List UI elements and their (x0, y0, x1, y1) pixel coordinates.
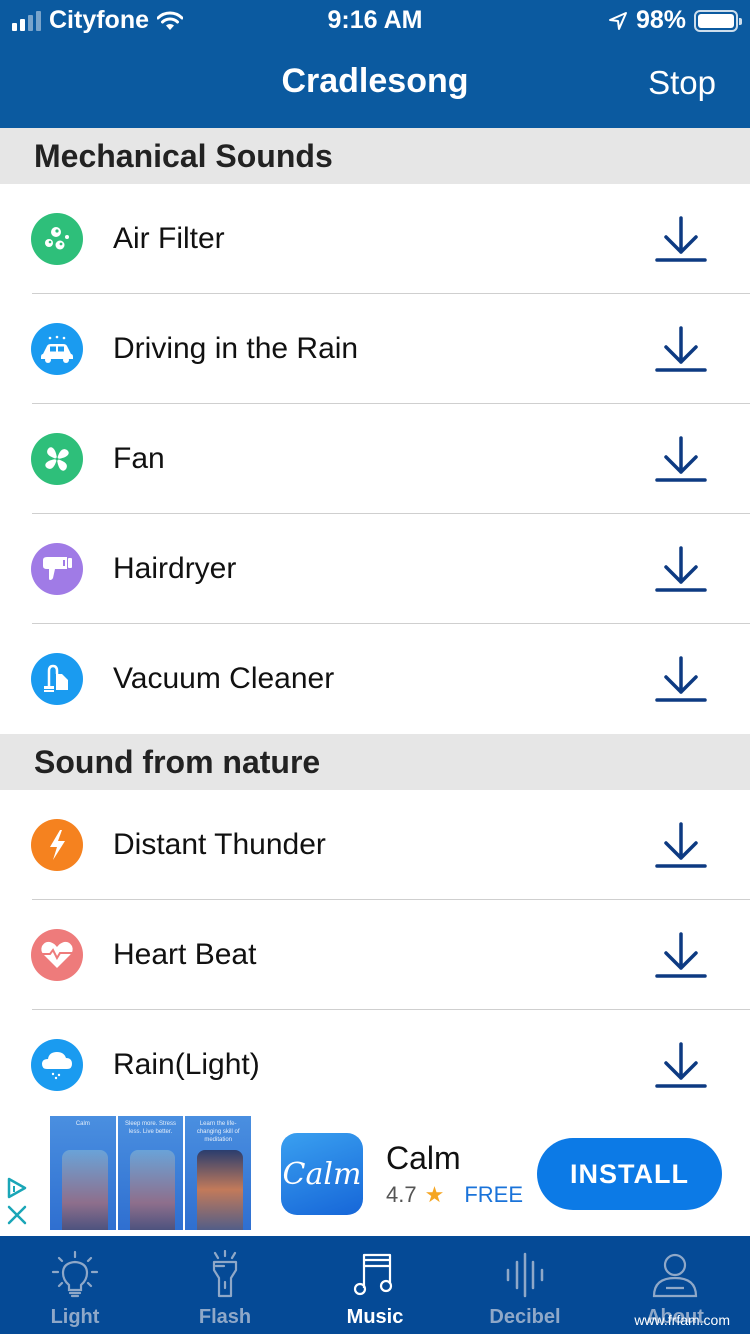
install-button[interactable]: INSTALL (537, 1138, 722, 1210)
tab-light[interactable]: Light (0, 1236, 150, 1334)
tab-label: Flash (198, 1306, 252, 1328)
battery-icon (694, 9, 742, 32)
download-icon[interactable] (654, 818, 708, 872)
sound-label: Vacuum Cleaner (113, 662, 335, 695)
ad-app-name: Calm (386, 1140, 461, 1176)
location-arrow-icon (608, 11, 627, 30)
list-item-distant-thunder[interactable]: Distant Thunder (0, 790, 750, 900)
sound-label: Fan (113, 442, 165, 475)
tab-music[interactable]: Music (300, 1236, 450, 1334)
sound-label: Distant Thunder (113, 828, 326, 861)
bubbles-icon (31, 213, 83, 265)
ad-app-meta: 4.7 ★ FREE (386, 1182, 523, 1208)
vacuum-icon (31, 653, 83, 705)
sound-label: Hairdryer (113, 552, 237, 585)
tab-label: Light (50, 1306, 100, 1328)
list-item-vacuum-cleaner[interactable]: Vacuum Cleaner (0, 624, 750, 734)
status-bar: Cityfone 9:16 AM 98% (0, 0, 750, 42)
ad-screenshot: Calm (50, 1116, 116, 1230)
tab-flash[interactable]: Flash (150, 1236, 300, 1334)
section-header-nature: Sound from nature (0, 734, 750, 790)
tab-decibel[interactable]: Decibel (450, 1236, 600, 1334)
tab-bar: Light Flash Music Decibel About www.frfa… (0, 1236, 750, 1334)
stop-button[interactable]: Stop (648, 64, 716, 102)
battery-percent: 98% (635, 6, 686, 34)
download-icon[interactable] (654, 652, 708, 706)
heartbeat-icon (31, 929, 83, 981)
flashlight-icon (212, 1250, 238, 1298)
sound-list: Mechanical Sounds Air Filter Driving in … (0, 128, 750, 1120)
ad-screenshot: Learn the life-changing skill of meditat… (185, 1116, 252, 1230)
hairdryer-icon (31, 543, 83, 595)
ad-rating: 4.7 (386, 1182, 417, 1207)
list-item-hairdryer[interactable]: Hairdryer (0, 514, 750, 624)
rain-cloud-icon (31, 1039, 83, 1091)
ad-choices-icon[interactable] (6, 1176, 28, 1226)
top-bar: Cityfone 9:16 AM 98% Cradlesong Stop (0, 0, 750, 128)
car-rain-icon (31, 323, 83, 375)
list-item-air-filter[interactable]: Air Filter (0, 184, 750, 294)
tab-label: Decibel (489, 1306, 561, 1328)
screenshot-caption: Learn the life-changing skill of meditat… (196, 1121, 240, 1143)
tab-label: Music (346, 1306, 404, 1328)
page-title: Cradlesong (281, 62, 469, 100)
person-icon (652, 1253, 698, 1298)
sound-wave-icon (506, 1252, 544, 1298)
ad-screenshots[interactable]: Calm Sleep more. Stress less. Live bette… (50, 1116, 252, 1230)
list-item-driving-in-the-rain[interactable]: Driving in the Rain (0, 294, 750, 404)
music-note-icon (353, 1253, 393, 1296)
download-icon[interactable] (654, 542, 708, 596)
section-header-mechanical: Mechanical Sounds (0, 128, 750, 184)
list-item-rain-light[interactable]: Rain(Light) (0, 1010, 750, 1120)
star-icon: ★ (424, 1182, 445, 1207)
lightbulb-icon (51, 1250, 99, 1298)
sound-label: Air Filter (113, 222, 225, 255)
ad-price: FREE (464, 1182, 524, 1207)
sound-label: Driving in the Rain (113, 332, 359, 365)
screenshot-caption: Sleep more. Stress less. Live better. (124, 1121, 177, 1135)
ad-banner[interactable]: Calm Sleep more. Stress less. Live bette… (0, 1110, 750, 1236)
download-icon[interactable] (654, 322, 708, 376)
calm-app-icon[interactable]: Calm (281, 1133, 363, 1215)
download-icon[interactable] (654, 212, 708, 266)
list-item-heart-beat[interactable]: Heart Beat (0, 900, 750, 1010)
download-icon[interactable] (654, 432, 708, 486)
sound-label: Rain(Light) (113, 1048, 260, 1081)
download-icon[interactable] (654, 928, 708, 982)
lightning-icon (31, 819, 83, 871)
fan-icon (31, 433, 83, 485)
list-item-fan[interactable]: Fan (0, 404, 750, 514)
sound-label: Heart Beat (113, 938, 257, 971)
watermark: www.frfam.com (634, 1312, 730, 1328)
ad-screenshot: Sleep more. Stress less. Live better. (117, 1116, 184, 1230)
screenshot-caption: Calm (75, 1121, 90, 1127)
download-icon[interactable] (654, 1038, 708, 1092)
